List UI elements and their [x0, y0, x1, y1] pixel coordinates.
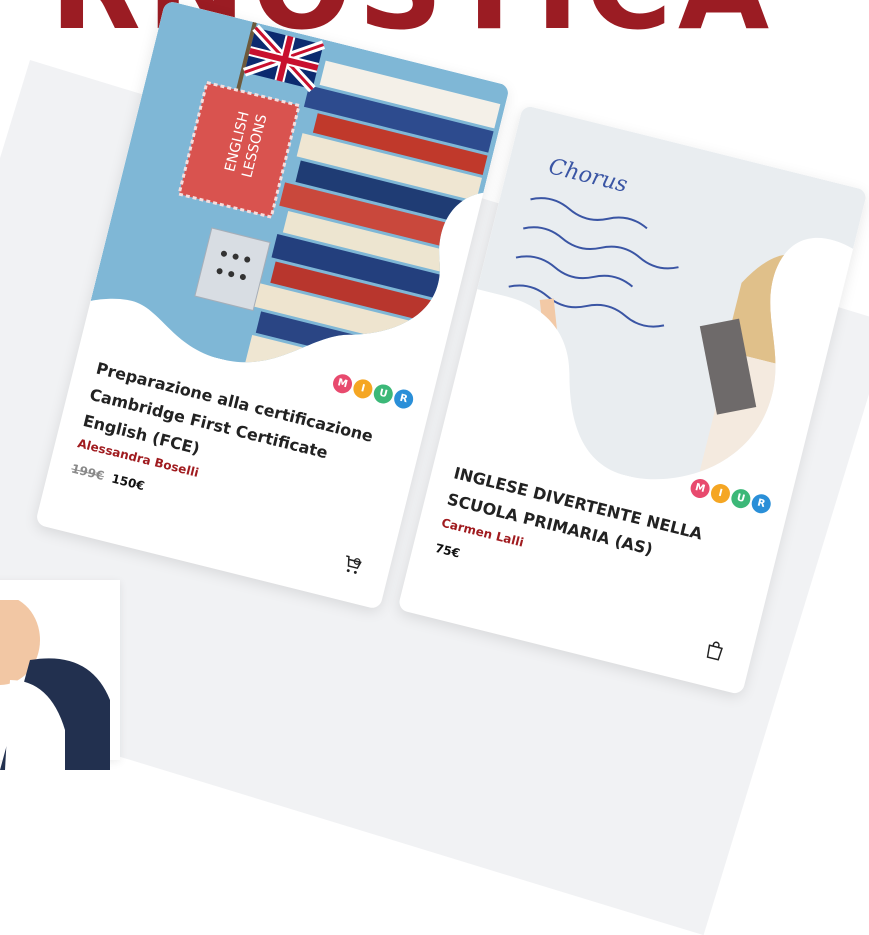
course-price: 199€ 150€ — [70, 461, 146, 493]
price-current: 150€ — [110, 471, 147, 494]
badge-letter: I — [351, 377, 375, 401]
price-current: 75€ — [433, 540, 462, 561]
badge-letter: R — [392, 387, 416, 411]
badge-letter: M — [331, 372, 355, 396]
badge-letter: R — [749, 492, 773, 516]
course-card-partial[interactable] — [0, 580, 120, 770]
badge-letter: U — [371, 382, 395, 406]
course-price: 75€ — [434, 541, 462, 561]
badge-letter: M — [688, 476, 712, 500]
add-to-cart-button[interactable] — [339, 552, 366, 579]
course-image — [0, 600, 110, 770]
cart-add-icon — [346, 555, 362, 574]
badge-letter: I — [708, 482, 732, 506]
price-old: 199€ — [69, 461, 106, 484]
badge-letter: U — [729, 487, 753, 511]
add-to-cart-button[interactable] — [702, 637, 729, 664]
shopping-bag-icon — [706, 641, 723, 661]
